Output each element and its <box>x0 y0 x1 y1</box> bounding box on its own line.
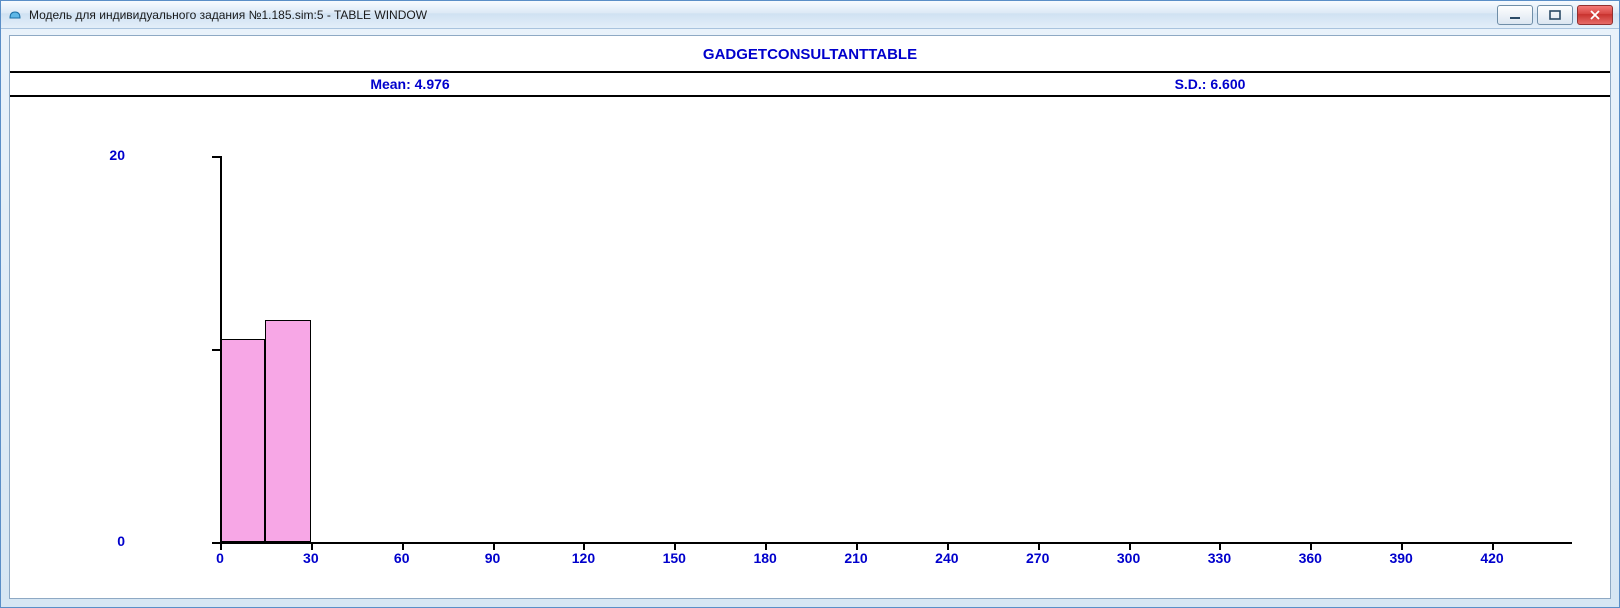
x-tick <box>1219 542 1221 550</box>
x-tick-label: 240 <box>935 550 958 566</box>
plot-area: 0 20 0 30 60 90 120 150 180 210 240 270 300 330 360 390… <box>10 126 1610 590</box>
sd-label: S.D.: 6.600 <box>810 76 1610 92</box>
x-tick <box>1310 542 1312 550</box>
x-tick <box>583 542 585 550</box>
x-tick <box>1492 542 1494 550</box>
x-tick-label: 330 <box>1208 550 1231 566</box>
y-tick-label: 0 <box>10 533 125 549</box>
x-tick-label: 360 <box>1299 550 1322 566</box>
x-tick-label: 120 <box>572 550 595 566</box>
maximize-button[interactable] <box>1537 5 1573 25</box>
bar-0 <box>220 339 265 542</box>
x-tick-label: 300 <box>1117 550 1140 566</box>
x-tick-label: 30 <box>303 550 319 566</box>
x-tick-label: 90 <box>485 550 501 566</box>
client-area: GADGETCONSULTANTTABLE Mean: 4.976 S.D.: … <box>9 35 1611 599</box>
y-tick <box>212 349 220 351</box>
x-tick <box>1401 542 1403 550</box>
x-tick <box>220 542 222 550</box>
titlebar[interactable]: Модель для индивидуального задания №1.18… <box>1 1 1619 29</box>
mean-label: Mean: 4.976 <box>10 76 810 92</box>
x-tick-label: 180 <box>753 550 776 566</box>
x-tick <box>402 542 404 550</box>
y-tick <box>212 542 220 544</box>
x-tick <box>674 542 676 550</box>
window-buttons <box>1497 5 1613 25</box>
x-tick <box>311 542 313 550</box>
y-axis <box>220 156 222 544</box>
x-tick <box>1038 542 1040 550</box>
y-tick-label: 20 <box>10 147 125 163</box>
y-tick <box>212 156 220 158</box>
bar-chart: 0 20 0 30 60 90 120 150 180 210 240 270 300 330 360 390… <box>10 126 1610 590</box>
x-tick-label: 0 <box>216 550 224 566</box>
app-window: Модель для индивидуального задания №1.18… <box>0 0 1620 608</box>
x-tick-label: 60 <box>394 550 410 566</box>
x-tick <box>947 542 949 550</box>
window-title: Модель для индивидуального задания №1.18… <box>29 8 427 22</box>
x-tick-label: 210 <box>844 550 867 566</box>
stats-row: Mean: 4.976 S.D.: 6.600 <box>10 71 1610 97</box>
chart-title: GADGETCONSULTANTTABLE <box>10 36 1610 71</box>
x-tick-label: 150 <box>663 550 686 566</box>
close-button[interactable] <box>1577 5 1613 25</box>
x-tick <box>493 542 495 550</box>
app-icon <box>7 7 23 23</box>
bar-1 <box>265 320 310 542</box>
x-tick <box>856 542 858 550</box>
x-tick-label: 420 <box>1480 550 1503 566</box>
minimize-button[interactable] <box>1497 5 1533 25</box>
x-tick <box>1129 542 1131 550</box>
x-tick-label: 390 <box>1389 550 1412 566</box>
x-axis <box>220 542 1572 544</box>
x-tick <box>765 542 767 550</box>
x-tick-label: 270 <box>1026 550 1049 566</box>
